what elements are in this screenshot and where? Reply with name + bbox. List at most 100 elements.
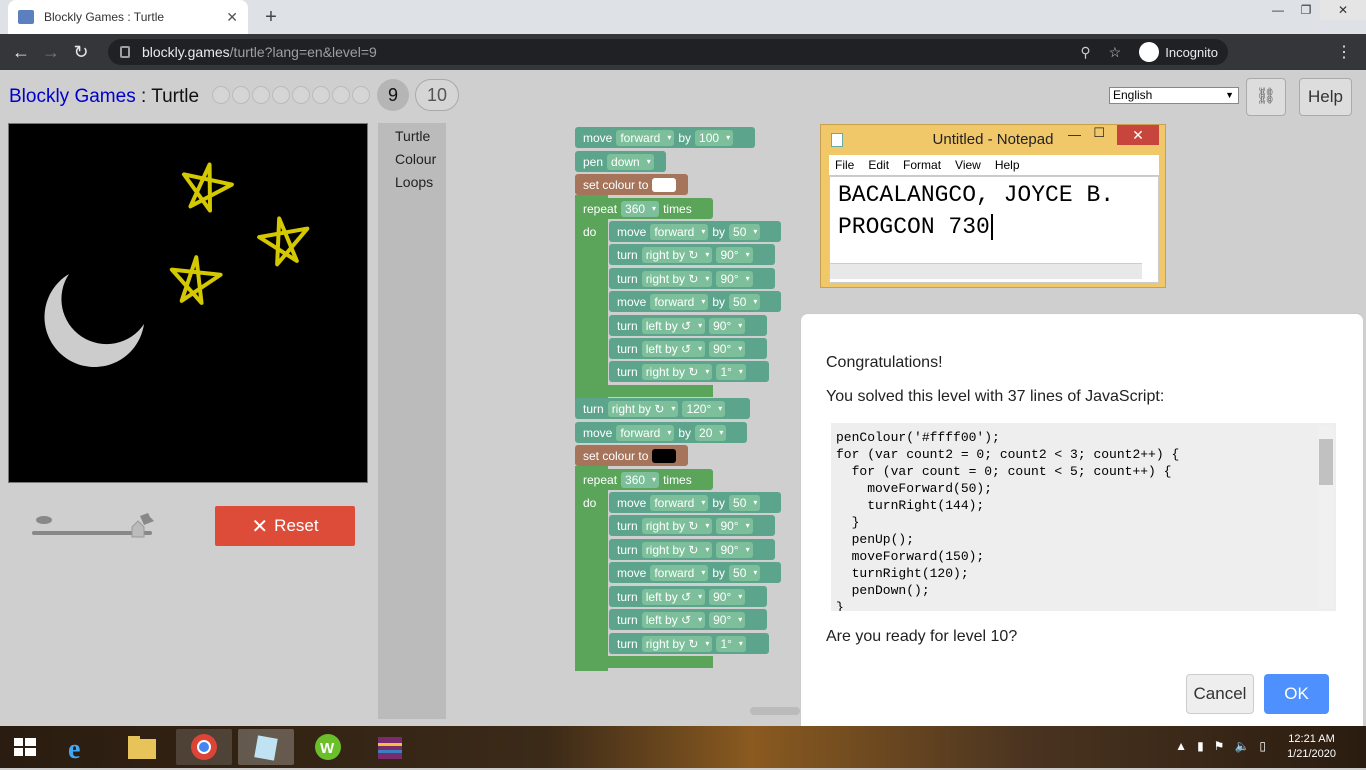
svg-text:W: W (320, 740, 335, 757)
incognito-badge[interactable]: Incognito (1139, 42, 1218, 62)
chrome-icon[interactable] (176, 729, 232, 765)
menu-view[interactable]: View (955, 155, 981, 175)
winamp-icon[interactable]: W (300, 729, 356, 765)
turn-block[interactable]: turnleft by ↺90° (609, 315, 767, 336)
minimize-icon[interactable]: — (1068, 127, 1081, 142)
forward-icon[interactable]: → (36, 42, 66, 63)
turn-block[interactable]: turnleft by ↺90° (609, 609, 767, 630)
level-dot[interactable] (352, 86, 370, 104)
bookmark-star-icon[interactable]: ☆ (1109, 44, 1122, 61)
level-dot[interactable] (252, 86, 270, 104)
level-dot[interactable] (272, 86, 290, 104)
pen-block[interactable]: pen down (575, 151, 666, 172)
url-path: /turtle?lang=en&level=9 (229, 44, 377, 60)
toolbox-loops[interactable]: Loops (378, 171, 446, 194)
volume-icon[interactable]: 🔈 (1234, 739, 1249, 753)
reload-icon[interactable]: ↻ (66, 42, 96, 63)
browser-tab[interactable]: Blockly Games : Turtle ✕ (8, 0, 248, 34)
workspace-scrollbar[interactable] (750, 707, 800, 715)
game-name: Turtle (151, 86, 200, 107)
move-block[interactable]: moveforwardby50 (609, 291, 781, 312)
turn-block[interactable]: turnright by ↻90° (609, 268, 775, 289)
language-select[interactable]: English ▼ (1109, 87, 1239, 104)
move-block[interactable]: moveforwardby50 (609, 492, 781, 513)
close-window-icon[interactable]: ✕ (1117, 125, 1159, 145)
level-next[interactable]: 10 (415, 79, 459, 111)
new-tab-button[interactable]: + (258, 4, 284, 30)
back-icon[interactable]: ← (6, 42, 36, 63)
turn-block[interactable]: turnleft by ↺90° (609, 586, 767, 607)
turn-block[interactable]: turnright by ↻120° (575, 398, 750, 419)
clock[interactable]: 12:21 AM 1/21/2020 (1287, 732, 1336, 762)
notepad-taskbar-icon[interactable] (238, 729, 294, 765)
maximize-icon[interactable]: ❐ (1292, 0, 1320, 20)
drawing (44, 162, 310, 368)
question-text: Are you ready for level 10? (826, 628, 1018, 645)
minimize-icon[interactable]: — (1264, 0, 1292, 20)
move-block[interactable]: moveforwardby20 (575, 422, 747, 443)
level-dot[interactable] (312, 86, 330, 104)
omnibox[interactable]: blockly.games /turtle?lang=en&level=9 ⚲ … (108, 39, 1228, 65)
text-line: PROGCON 730 (838, 211, 1158, 243)
turn-block[interactable]: turnright by ↻90° (609, 515, 775, 536)
level-current[interactable]: 9 (377, 79, 409, 111)
browser-menu-icon[interactable]: ⋮ (1336, 42, 1352, 62)
ok-button[interactable]: OK (1264, 674, 1329, 714)
incognito-icon (1139, 42, 1160, 62)
horizontal-scrollbar[interactable] (830, 263, 1142, 279)
turn-block[interactable]: turnright by ↻90° (609, 539, 775, 560)
toolbox-turtle[interactable]: Turtle (378, 125, 446, 148)
scroll-thumb[interactable] (1319, 439, 1333, 485)
action-center-icon[interactable]: ▯ (1259, 739, 1266, 753)
move-block[interactable]: moveforwardby50 (609, 562, 781, 583)
menu-file[interactable]: File (835, 155, 854, 175)
turn-block[interactable]: turnright by ↻90° (609, 244, 775, 265)
level-dot[interactable] (232, 86, 250, 104)
help-button[interactable]: Help (1299, 78, 1352, 116)
move-block[interactable]: moveforwardby50 (609, 221, 781, 242)
cancel-button[interactable]: Cancel (1186, 674, 1254, 714)
speed-slider[interactable] (32, 513, 154, 539)
maximize-icon[interactable]: ☐ (1093, 125, 1105, 141)
show-hidden-icons-icon[interactable]: ▲ (1175, 739, 1187, 753)
menu-help[interactable]: Help (995, 155, 1020, 175)
dropdown-arrow-icon: ▼ (1225, 90, 1234, 100)
tab-title: Blockly Games : Turtle (44, 10, 165, 24)
repeat-block[interactable]: repeat360times (575, 198, 713, 219)
turn-block[interactable]: turnright by ↻1° (609, 633, 769, 654)
colour-block[interactable]: set colour to (575, 174, 688, 195)
start-button[interactable] (2, 729, 48, 765)
turn-block[interactable]: turnleft by ↺90° (609, 338, 767, 359)
zoom-icon[interactable]: ⚲ (1080, 44, 1090, 61)
code-listing[interactable]: penColour('#ffff00'); for (var count2 = … (831, 423, 1336, 611)
congrats-dialog: Congratulations! You solved this level w… (800, 313, 1364, 728)
ie-icon[interactable]: e (52, 729, 108, 765)
menu-edit[interactable]: Edit (868, 155, 889, 175)
system-tray: ▲ ▮ ⚑ 🔈 ▯ (1175, 739, 1266, 753)
turn-block[interactable]: turnright by ↻1° (609, 361, 769, 382)
close-tab-icon[interactable]: ✕ (226, 9, 238, 26)
close-window-icon[interactable]: ✕ (1320, 0, 1366, 20)
clock-time: 12:21 AM (1288, 733, 1335, 745)
brand-link[interactable]: Blockly Games (9, 86, 136, 107)
network-icon[interactable]: ▮ (1197, 739, 1204, 753)
winrar-icon[interactable] (362, 729, 418, 765)
notepad-title: Untitled - Notepad (932, 131, 1054, 148)
flag-icon[interactable]: ⚑ (1214, 739, 1225, 753)
file-explorer-icon[interactable] (114, 729, 170, 765)
move-block[interactable]: moveforwardby100 (575, 127, 755, 148)
repeat-loop-foot (575, 385, 713, 397)
link-button[interactable]: ⛓ (1246, 78, 1286, 116)
do-label: do (583, 495, 597, 510)
window-controls: — ❐ ✕ (1264, 0, 1366, 20)
toolbox: Turtle Colour Loops (378, 123, 446, 719)
repeat-block[interactable]: repeat360times (575, 469, 713, 490)
url-host: blockly.games (142, 44, 230, 60)
menu-format[interactable]: Format (903, 155, 941, 175)
level-dot[interactable] (292, 86, 310, 104)
toolbox-colour[interactable]: Colour (378, 148, 446, 171)
level-dot[interactable] (332, 86, 350, 104)
reset-button[interactable]: ✕ Reset (215, 506, 355, 546)
level-dot[interactable] (212, 86, 230, 104)
colour-block[interactable]: set colour to (575, 445, 688, 466)
